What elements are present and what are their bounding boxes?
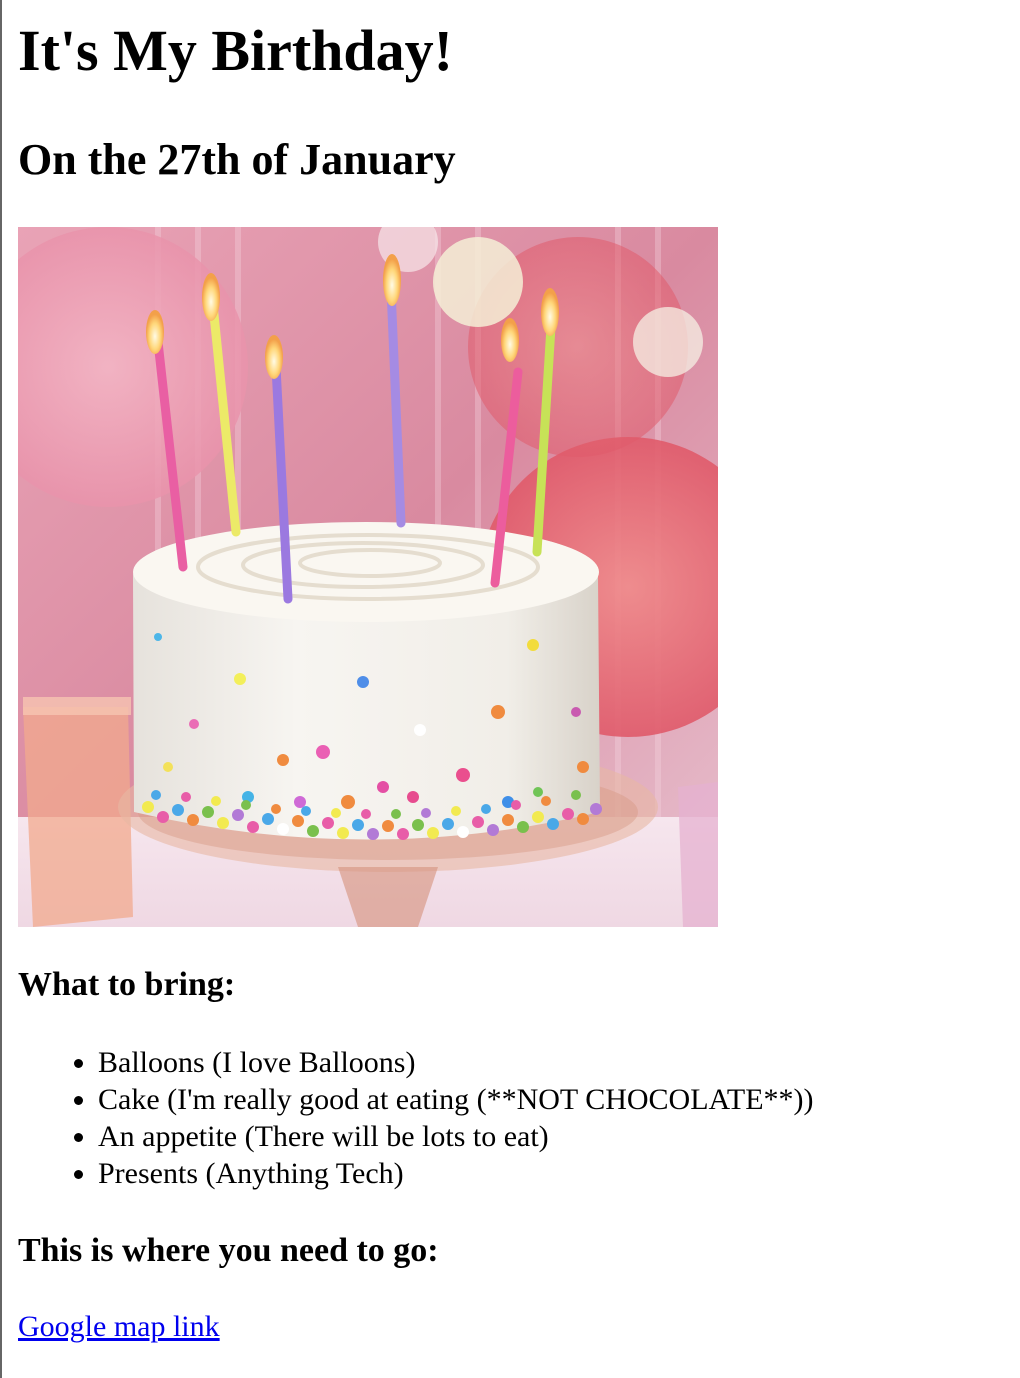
bring-list: Balloons (I love Balloons) Cake (I'm rea…	[18, 1044, 814, 1192]
google-map-link[interactable]: Google map link	[18, 1309, 220, 1345]
what-to-bring-heading: What to bring:	[18, 966, 236, 1003]
list-item: An appetite (There will be lots to eat)	[98, 1118, 814, 1155]
list-item: Cake (I'm really good at eating (**NOT C…	[98, 1081, 814, 1118]
list-item: Balloons (I love Balloons)	[98, 1044, 814, 1081]
birthday-cake-image	[18, 227, 718, 927]
location-heading: This is where you need to go:	[18, 1232, 439, 1269]
event-date-heading: On the 27th of January	[18, 135, 456, 184]
list-item: Presents (Anything Tech)	[98, 1155, 814, 1192]
page: It's My Birthday! On the 27th of January	[0, 0, 1018, 1378]
page-title: It's My Birthday!	[18, 18, 453, 83]
